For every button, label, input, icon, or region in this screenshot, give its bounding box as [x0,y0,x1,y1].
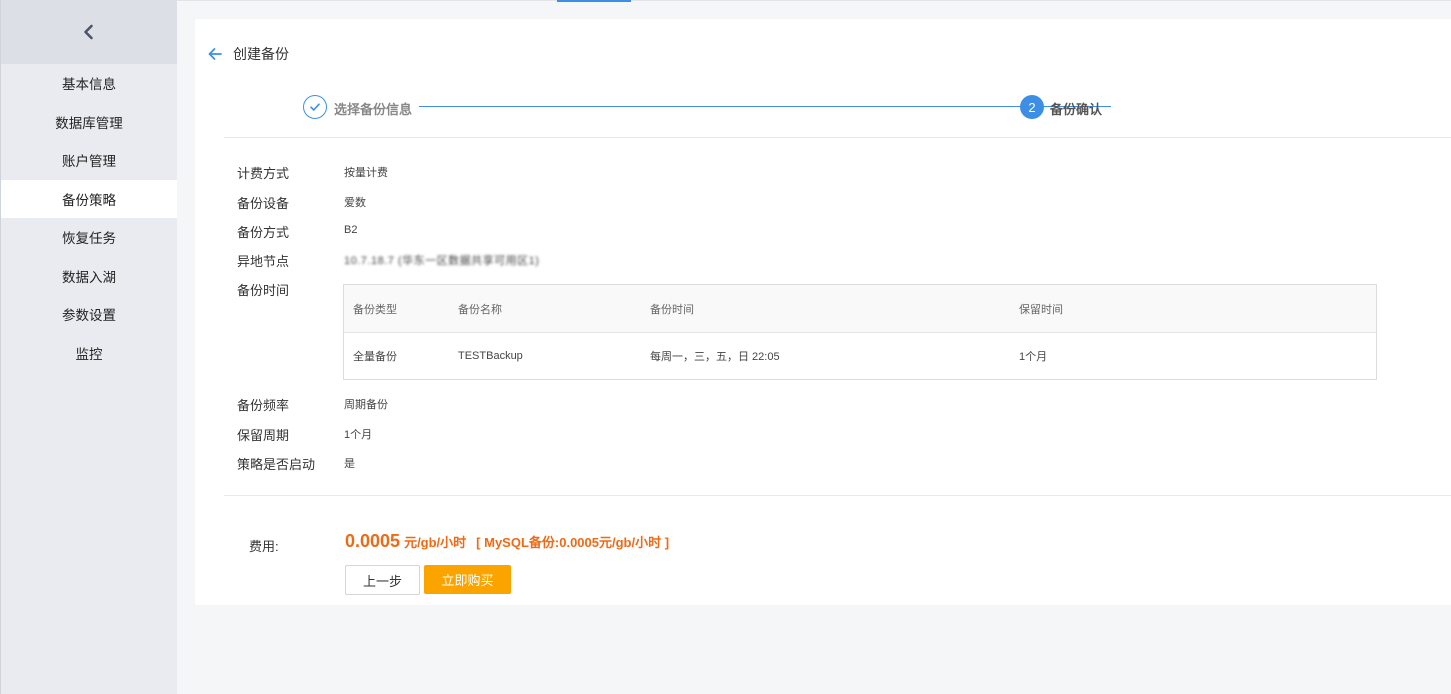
step-connector [419,106,1111,107]
back-header[interactable]: 创建备份 [207,44,289,64]
sidebar-item-label: 备份策略 [62,192,116,208]
cost-display: 0.0005 元/gb/小时 [ MySQL备份:0.0005元/gb/小时 ] [345,531,669,552]
sidebar-item-label: 恢复任务 [62,231,116,247]
sidebar-collapse-button[interactable] [1,0,177,64]
step2-label: 备份确认 [1050,102,1103,117]
sidebar-item-label: 账户管理 [62,154,116,170]
main-panel: 创建备份 选择备份信息 2 备份确认 计费方式 按量计费 备份设备 爱数 备份方… [195,19,1451,605]
table-row: 全量备份 TESTBackup 每周一，三，五，日 22:05 1个月 [344,333,1376,379]
step1-label: 选择备份信息 [334,102,413,117]
page-title: 创建备份 [233,46,289,62]
device-value: 爱数 [344,197,366,209]
step1-done-icon [303,95,327,119]
sidebar-item-label: 数据库管理 [55,115,123,131]
header-backup-time: 备份时间 [650,303,694,316]
sidebar-item-label: 基本信息 [62,77,116,93]
device-label: 备份设备 [237,196,290,211]
cost-unit: 元/gb/小时 [404,535,467,550]
backup-schedule-table: 备份类型 备份名称 备份时间 保留时间 全量备份 TESTBackup 每周一，… [343,284,1377,380]
sidebar-item-parameters[interactable]: 参数设置 [1,295,177,334]
sidebar-item-label: 数据入湖 [62,269,116,285]
chevron-left-icon [84,24,93,40]
sidebar-item-label: 参数设置 [62,308,116,324]
sidebar-item-data-lake[interactable]: 数据入湖 [1,257,177,296]
billing-value: 按量计费 [344,167,388,179]
top-tab-indicator [557,0,631,2]
time-label: 备份时间 [237,283,290,298]
sidebar-item-restore-tasks[interactable]: 恢复任务 [1,218,177,257]
check-icon [310,103,320,111]
enabled-label: 策略是否启动 [237,457,316,472]
buy-now-button[interactable]: 立即购买 [424,565,511,594]
method-value: B2 [344,224,358,236]
table-header: 备份类型 备份名称 备份时间 保留时间 [344,285,1376,333]
cost-label: 费用: [249,539,279,554]
header-backup-type: 备份类型 [353,303,397,316]
sidebar-item-monitoring[interactable]: 监控 [1,334,177,373]
header-retention-time: 保留时间 [1019,303,1063,316]
sidebar-item-backup-policy[interactable]: 备份策略 [1,179,177,218]
method-label: 备份方式 [237,225,290,240]
step2-number: 2 [1020,95,1044,119]
header-backup-name: 备份名称 [458,303,502,316]
cell-retention-time: 1个月 [1019,351,1048,363]
cell-backup-name: TESTBackup [458,350,523,362]
arrow-left-icon[interactable] [207,46,223,62]
cost-detail: [ MySQL备份:0.0005元/gb/小时 ] [476,535,670,550]
sidebar-item-basic-info[interactable]: 基本信息 [1,64,177,103]
divider-top [224,137,1451,138]
node-value: 10.7.18.7 (华东一区数据共享可用区1) [344,255,540,267]
billing-label: 计费方式 [237,166,290,181]
prev-step-button[interactable]: 上一步 [345,565,420,595]
sidebar-item-label: 监控 [75,346,103,362]
retention-value: 1个月 [344,429,373,441]
top-border [177,0,1451,1]
freq-label: 备份频率 [237,398,290,413]
cell-backup-time: 每周一，三，五，日 22:05 [650,351,780,363]
enabled-value: 是 [344,458,355,470]
sidebar: 基本信息 数据库管理 账户管理 备份策略 恢复任务 数据入湖 参数设置 监控 [0,0,177,694]
cell-backup-type: 全量备份 [353,351,397,363]
freq-value: 周期备份 [344,399,388,411]
sidebar-item-account-management[interactable]: 账户管理 [1,141,177,180]
node-label: 异地节点 [237,254,290,269]
retention-label: 保留周期 [237,428,290,443]
step-indicator: 选择备份信息 2 备份确认 [303,95,1111,119]
sidebar-item-database-management[interactable]: 数据库管理 [1,103,177,142]
divider-bottom [224,495,1451,496]
cost-amount: 0.0005 [345,531,401,551]
